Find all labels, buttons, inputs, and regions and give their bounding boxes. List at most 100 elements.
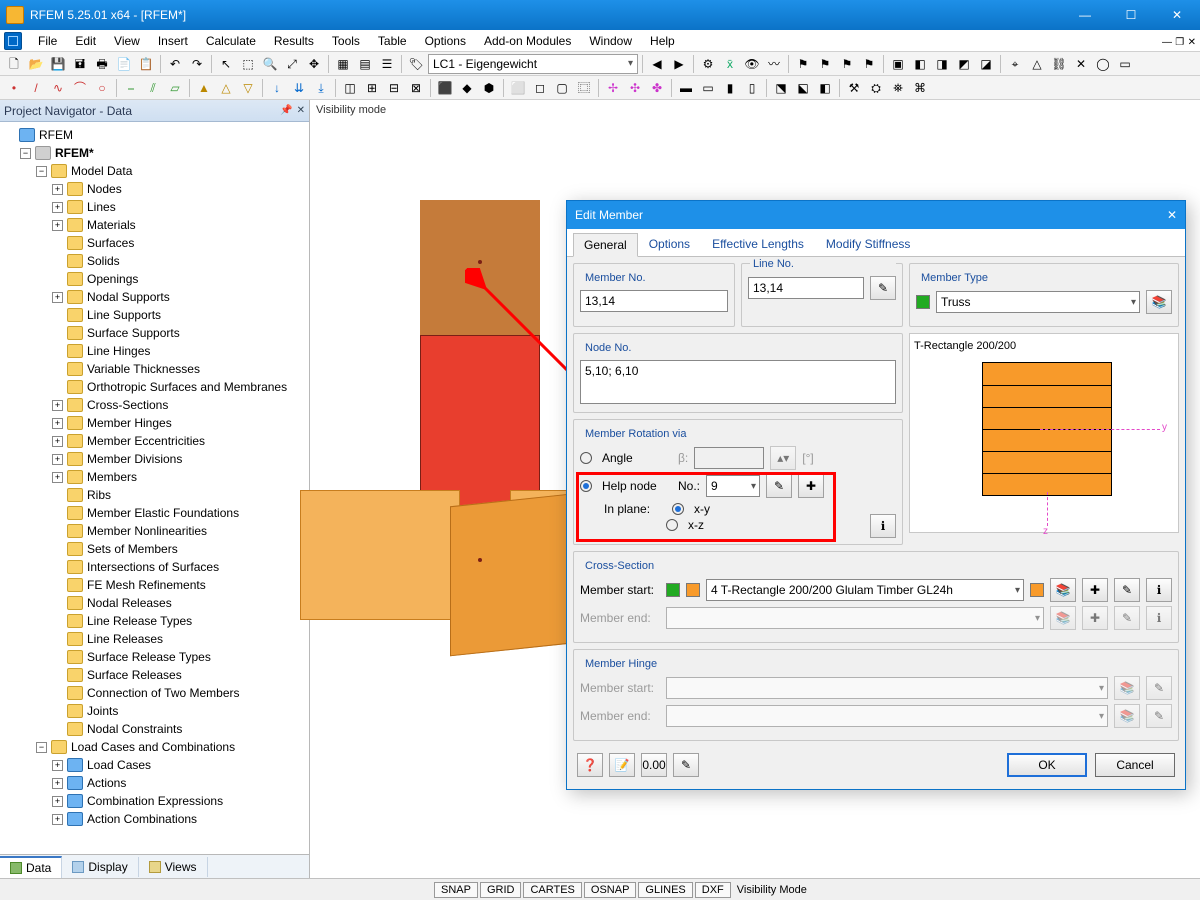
maximize-button[interactable]: ☐: [1108, 0, 1154, 30]
nav-tab-display[interactable]: Display: [62, 857, 138, 877]
ext2-icon[interactable]: ⛭: [866, 78, 886, 98]
tree-icon[interactable]: ☰: [377, 54, 397, 74]
set4-icon[interactable]: ⊠: [406, 78, 426, 98]
menu-results[interactable]: Results: [266, 32, 322, 50]
tree-item[interactable]: Nodal Constraints: [52, 720, 307, 738]
tree-item[interactable]: Orthotropic Surfaces and Membranes: [52, 378, 307, 396]
tool-f-icon[interactable]: ▭: [1115, 54, 1135, 74]
cs-new-button[interactable]: ✚: [1082, 578, 1108, 602]
pick-line-button[interactable]: ✎: [870, 276, 896, 300]
tree-item[interactable]: Solids: [52, 252, 307, 270]
loadcase-icon[interactable]: 🏷: [406, 54, 426, 74]
cs-end-select[interactable]: [666, 607, 1044, 629]
comment-button[interactable]: 📝: [609, 753, 635, 777]
mdi-close-button[interactable]: ✕: [1188, 37, 1196, 48]
polyline-icon[interactable]: ∿: [48, 78, 68, 98]
cs-start-select[interactable]: 4 T-Rectangle 200/200 Glulam Timber GL24…: [706, 579, 1024, 601]
tab-effective-lengths[interactable]: Effective Lengths: [701, 232, 815, 256]
tree-item[interactable]: Surface Releases: [52, 666, 307, 684]
zoom-window-icon[interactable]: 🔍: [260, 54, 280, 74]
radio-xz[interactable]: [666, 519, 678, 531]
arc-icon[interactable]: ⌒: [70, 78, 90, 98]
units-button[interactable]: 0.00: [641, 753, 667, 777]
misc2-icon[interactable]: ◧: [910, 54, 930, 74]
rotation-info-button[interactable]: ℹ: [870, 514, 896, 538]
menu-file[interactable]: File: [30, 32, 65, 50]
flag1-icon[interactable]: ⚑: [793, 54, 813, 74]
ext3-icon[interactable]: ⛯: [888, 78, 908, 98]
menu-insert[interactable]: Insert: [150, 32, 196, 50]
status-glines[interactable]: GLINES: [638, 882, 692, 898]
mdi-minimize-button[interactable]: —: [1162, 37, 1172, 48]
cs-lib-button[interactable]: 📚: [1050, 578, 1076, 602]
tree-project[interactable]: −RFEM*: [20, 144, 307, 162]
tool-a-icon[interactable]: ⌖: [1005, 54, 1025, 74]
status-grid[interactable]: GRID: [480, 882, 522, 898]
iso2-icon[interactable]: ⬕: [793, 78, 813, 98]
new-node-button[interactable]: ✚: [798, 474, 824, 498]
pick-button[interactable]: ✎: [673, 753, 699, 777]
tree-item[interactable]: Surfaces: [52, 234, 307, 252]
tree-item[interactable]: Line Supports: [52, 306, 307, 324]
tree-item[interactable]: Surface Supports: [52, 324, 307, 342]
hinge-end-select[interactable]: [666, 705, 1108, 727]
member2-icon[interactable]: ⫽: [143, 78, 163, 98]
tool-c-icon[interactable]: ⛓: [1049, 54, 1069, 74]
member-type-lib-button[interactable]: 📚: [1146, 290, 1172, 314]
tree-item[interactable]: Member Nonlinearities: [52, 522, 307, 540]
tree-item[interactable]: Intersections of Surfaces: [52, 558, 307, 576]
support-icon[interactable]: ▲: [194, 78, 214, 98]
mdi-icon[interactable]: [4, 32, 22, 50]
load1-icon[interactable]: ↓: [267, 78, 287, 98]
pick-node-button[interactable]: ✎: [766, 474, 792, 498]
tree-item[interactable]: Line Hinges: [52, 342, 307, 360]
gen3-icon[interactable]: ⬢: [479, 78, 499, 98]
misc4-icon[interactable]: ◩: [954, 54, 974, 74]
tree-model-data[interactable]: −Model Data: [36, 162, 307, 180]
tree-item[interactable]: Sets of Members: [52, 540, 307, 558]
cancel-button[interactable]: Cancel: [1095, 753, 1175, 777]
hinge-start-select[interactable]: [666, 677, 1108, 699]
support2-icon[interactable]: △: [216, 78, 236, 98]
menu-help[interactable]: Help: [642, 32, 683, 50]
axis3-icon[interactable]: ✤: [647, 78, 667, 98]
node-icon[interactable]: •: [4, 78, 24, 98]
status-snap[interactable]: SNAP: [434, 882, 478, 898]
flag2-icon[interactable]: ⚑: [815, 54, 835, 74]
tree-root[interactable]: RFEM: [4, 126, 307, 144]
tool-b-icon[interactable]: △: [1027, 54, 1047, 74]
status-cartes[interactable]: CARTES: [523, 882, 581, 898]
tree-loadcases[interactable]: −Load Cases and Combinations: [36, 738, 307, 756]
mdi-restore-button[interactable]: ❐: [1175, 37, 1184, 48]
tree-item[interactable]: +Load Cases: [52, 756, 307, 774]
tree-item[interactable]: Joints: [52, 702, 307, 720]
rend4-icon[interactable]: ▯: [742, 78, 762, 98]
new-file-icon[interactable]: 🗋: [4, 54, 24, 74]
radio-xy[interactable]: [672, 503, 684, 515]
cs-color-swatch[interactable]: [1030, 583, 1044, 597]
rend3-icon[interactable]: ▮: [720, 78, 740, 98]
member-icon[interactable]: ⎯: [121, 78, 141, 98]
flag3-icon[interactable]: ⚑: [837, 54, 857, 74]
tree-item[interactable]: +Member Hinges: [52, 414, 307, 432]
close-button[interactable]: ✕: [1154, 0, 1200, 30]
navigator-tree[interactable]: RFEM −RFEM* −Model Data +Nodes+Lines+Mat…: [0, 122, 309, 854]
rend1-icon[interactable]: ▬: [676, 78, 696, 98]
tree-item[interactable]: Line Releases: [52, 630, 307, 648]
cursor-icon[interactable]: ↖: [216, 54, 236, 74]
print-icon[interactable]: 🖶: [92, 54, 112, 74]
tree-item[interactable]: Connection of Two Members: [52, 684, 307, 702]
tree-item[interactable]: Line Release Types: [52, 612, 307, 630]
menu-addon[interactable]: Add-on Modules: [476, 32, 579, 50]
tree-item[interactable]: FE Mesh Refinements: [52, 576, 307, 594]
load3-icon[interactable]: ⤓: [311, 78, 331, 98]
ok-button[interactable]: OK: [1007, 753, 1087, 777]
status-dxf[interactable]: DXF: [695, 882, 731, 898]
tab-general[interactable]: General: [573, 233, 638, 257]
circle-icon[interactable]: ○: [92, 78, 112, 98]
view2-icon[interactable]: ◻: [530, 78, 550, 98]
line-icon[interactable]: /: [26, 78, 46, 98]
tree-item[interactable]: +Member Divisions: [52, 450, 307, 468]
gen1-icon[interactable]: ⬛: [435, 78, 455, 98]
menu-calculate[interactable]: Calculate: [198, 32, 264, 50]
